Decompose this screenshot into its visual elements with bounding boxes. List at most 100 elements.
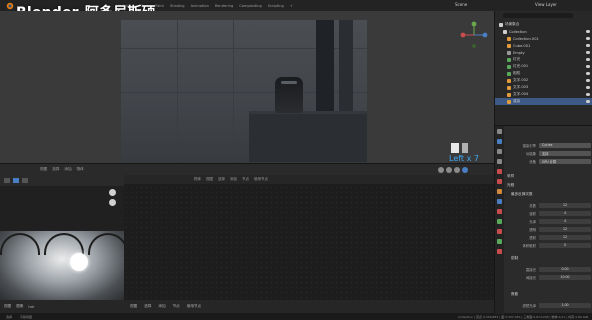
rendered-shading-icon[interactable] <box>462 167 468 173</box>
output-tab-icon[interactable] <box>497 149 502 154</box>
view-mode-icon[interactable] <box>13 178 19 183</box>
filter-glossy-field[interactable]: 1.00 <box>539 302 591 308</box>
tab-shading[interactable]: Shading <box>170 4 185 8</box>
clamp-direct-field[interactable]: 0.00 <box>539 266 591 272</box>
pivot-icon[interactable] <box>22 178 28 183</box>
properties-editor[interactable]: 渲染引擎 Cycles 功能集 支持 设备 GPU 计算 采样 光程 最多反弹次… <box>494 125 592 314</box>
scene-selector[interactable]: Scene <box>455 2 467 7</box>
footer-select[interactable]: 选择 <box>144 304 151 309</box>
shader-node-editor[interactable]: 物体 视图 选择 添加 节点 使用节点 <box>124 175 494 300</box>
eye-icon[interactable] <box>586 65 590 68</box>
outliner-row-selected[interactable]: 渲染 <box>495 98 592 105</box>
footer-use-nodes[interactable]: 使用节点 <box>187 304 201 309</box>
modifier-tab-icon[interactable] <box>497 199 502 204</box>
outliner-row[interactable]: Empty <box>495 49 592 56</box>
image-editor-panel[interactable] <box>0 175 124 313</box>
render-engine-dropdown[interactable]: Cycles <box>539 142 591 148</box>
constraints-tab-icon[interactable] <box>497 229 502 234</box>
footer-view[interactable]: 视图 <box>130 304 137 309</box>
bounce-row: 透明 12 <box>507 226 591 232</box>
world-tab-icon[interactable] <box>497 179 502 184</box>
footer-image[interactable]: 图像 <box>16 304 23 309</box>
menu-select[interactable]: 选择 <box>218 177 225 182</box>
navigation-gizmo-icon[interactable] <box>459 20 489 50</box>
outliner-row[interactable]: Collection <box>495 28 592 35</box>
eye-icon[interactable] <box>586 100 590 103</box>
outliner-search-field[interactable] <box>503 13 573 18</box>
footer-add[interactable]: 添加 <box>158 304 165 309</box>
speaker-object[interactable] <box>275 77 303 113</box>
bounce-transparency-field[interactable]: 12 <box>539 226 591 232</box>
outliner-row[interactable]: 相机 <box>495 70 592 77</box>
menu-object[interactable]: 物体 <box>77 167 84 172</box>
tab-animation[interactable]: Animation <box>191 4 209 8</box>
light-paths-section[interactable]: 光程 <box>507 183 514 188</box>
use-nodes-checkbox[interactable]: 使用节点 <box>254 177 268 182</box>
max-bounces-section[interactable]: 最多反弹次数 <box>511 192 533 197</box>
outliner-row[interactable]: Cube.001 <box>495 42 592 49</box>
footer-node[interactable]: 节点 <box>173 304 180 309</box>
editor-type-icon[interactable] <box>4 178 10 183</box>
eye-icon[interactable] <box>586 93 590 96</box>
menu-view[interactable]: 视图 <box>206 177 213 182</box>
object-icon <box>507 36 511 41</box>
outliner-row[interactable]: 文字.002 <box>495 77 592 84</box>
outliner-row[interactable]: Collection.001 <box>495 35 592 42</box>
render-tab-icon[interactable] <box>497 139 502 144</box>
outliner-scene-collection[interactable]: 场景集合 <box>495 21 592 28</box>
clamp-row: 直接光 0.00 <box>507 266 591 272</box>
clamp-indirect-field[interactable]: 10.00 <box>539 274 591 280</box>
scene-tab-icon[interactable] <box>497 169 502 174</box>
material-shading-icon[interactable] <box>454 167 460 173</box>
eye-icon[interactable] <box>586 44 590 47</box>
material-tab-icon[interactable] <box>497 249 502 254</box>
tab-scripting[interactable]: Scripting <box>268 4 284 8</box>
eye-icon[interactable] <box>586 79 590 82</box>
menu-node[interactable]: 节点 <box>242 177 249 182</box>
outliner-row[interactable]: 灯光.001 <box>495 63 592 70</box>
camera-icon <box>507 71 511 76</box>
feature-set-dropdown[interactable]: 支持 <box>539 150 591 156</box>
eye-icon[interactable] <box>586 86 590 89</box>
menu-select[interactable]: 选择 <box>52 167 59 172</box>
tool-tab-icon[interactable] <box>497 129 502 134</box>
sampling-section[interactable]: 采样 <box>507 174 514 179</box>
zoom-icon[interactable] <box>109 189 116 196</box>
menu-add[interactable]: 添加 <box>64 167 71 172</box>
eye-icon[interactable] <box>586 51 590 54</box>
particles-tab-icon[interactable] <box>497 209 502 214</box>
tab-compositing[interactable]: Compositing <box>239 4 262 8</box>
bounce-diffuse-field[interactable]: 4 <box>539 210 591 216</box>
physics-tab-icon[interactable] <box>497 219 502 224</box>
data-tab-icon[interactable] <box>497 239 502 244</box>
bounce-volume-field[interactable]: 0 <box>539 242 591 248</box>
object-tab-icon[interactable] <box>497 189 502 194</box>
view-layer-tab-icon[interactable] <box>497 159 502 164</box>
footer-image-name[interactable]: hdr <box>28 305 34 309</box>
solid-shading-icon[interactable] <box>446 167 452 173</box>
tab-rendering[interactable]: Rendering <box>215 4 233 8</box>
footer-view[interactable]: 视图 <box>4 304 11 309</box>
eye-icon[interactable] <box>586 30 590 33</box>
eye-icon[interactable] <box>586 72 590 75</box>
device-dropdown[interactable]: GPU 计算 <box>539 158 591 164</box>
eye-icon[interactable] <box>586 37 590 40</box>
view-layer-selector[interactable]: View Layer <box>535 2 557 7</box>
caustics-section[interactable]: 焦散 <box>511 292 518 297</box>
outliner-row[interactable]: 文字.003 <box>495 84 592 91</box>
hand-pan-icon[interactable] <box>109 199 116 206</box>
menu-view[interactable]: 视图 <box>40 167 47 172</box>
add-workspace-button[interactable]: + <box>290 4 293 8</box>
outliner[interactable]: 场景集合 Collection Collection.001 Cube.001 … <box>494 11 592 125</box>
bounce-glossy-field[interactable]: 4 <box>539 218 591 224</box>
clamping-section[interactable]: 钳制 <box>511 256 518 261</box>
wireframe-shading-icon[interactable] <box>438 167 444 173</box>
bounce-transmission-field[interactable]: 12 <box>539 234 591 240</box>
menu-add[interactable]: 添加 <box>230 177 237 182</box>
outliner-row[interactable]: 灯光 <box>495 56 592 63</box>
eye-icon[interactable] <box>586 58 590 61</box>
menu-object[interactable]: 物体 <box>194 177 201 182</box>
blender-logo-icon[interactable] <box>2 1 16 10</box>
bounce-total-field[interactable]: 12 <box>539 202 591 208</box>
outliner-row[interactable]: 文字.004 <box>495 91 592 98</box>
